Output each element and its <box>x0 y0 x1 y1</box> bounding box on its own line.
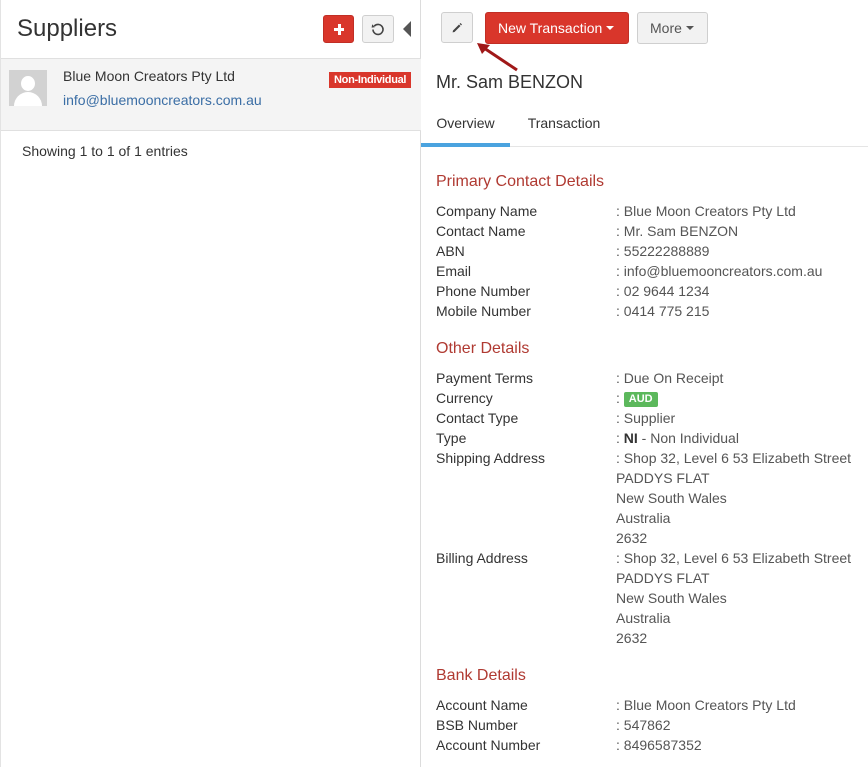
supplier-name: Blue Moon Creators Pty Ltd <box>63 68 235 84</box>
field-label: Shipping Address <box>436 450 545 466</box>
field-label: Company Name <box>436 203 538 219</box>
field-label: Account Number <box>436 737 541 753</box>
currency-badge: AUD <box>623 391 658 407</box>
suppliers-panel: Suppliers Blue Moon Creators Pty Ltd inf… <box>0 0 421 767</box>
annotation-arrow-icon <box>477 43 518 72</box>
field-value: : Mr. Sam BENZON <box>616 223 739 239</box>
contact-detail-panel: New Transaction More Mr. Sam BENZON Over… <box>421 0 868 767</box>
field-value: : 8496587352 <box>616 737 702 753</box>
tab-bar: Overview Transaction <box>421 104 868 147</box>
field-value: : Blue Moon Creators Pty Ltd <box>616 203 796 219</box>
tab-transaction[interactable]: Transaction <box>517 104 611 147</box>
type-code: NI <box>623 430 638 446</box>
section-title-bank: Bank Details <box>436 667 526 684</box>
supplier-email-link[interactable]: info@bluemooncreators.com.au <box>63 92 262 108</box>
type-prefix: : <box>616 430 620 446</box>
currency-prefix: : <box>616 390 620 406</box>
address-line: 2632 <box>616 630 648 646</box>
field-value: : Blue Moon Creators Pty Ltd <box>616 697 796 713</box>
address-line: New South Wales <box>616 490 727 506</box>
page-title: Suppliers <box>17 15 118 42</box>
field-label: Mobile Number <box>436 303 531 319</box>
address-line: : Shop 32, Level 6 53 Elizabeth Street <box>616 550 852 566</box>
new-transaction-label: New Transaction <box>498 20 603 36</box>
edit-button[interactable] <box>441 12 473 43</box>
address-line: Australia <box>616 610 671 626</box>
address-line: PADDYS FLAT <box>616 470 710 486</box>
chevron-down-icon <box>606 26 615 31</box>
section-title-primary: Primary Contact Details <box>436 173 605 190</box>
field-label: Billing Address <box>436 550 528 566</box>
section-title-other: Other Details <box>436 340 530 357</box>
more-button[interactable]: More <box>637 12 708 44</box>
address-line: Australia <box>616 510 671 526</box>
field-value: : 02 9644 1234 <box>616 283 710 299</box>
field-label: Email <box>436 263 472 279</box>
field-label: Phone Number <box>436 283 531 299</box>
address-line: New South Wales <box>616 590 727 606</box>
tab-overview[interactable]: Overview <box>421 104 510 147</box>
refresh-icon <box>371 23 384 36</box>
field-value: : AUD <box>616 388 658 408</box>
chevron-down-icon <box>685 26 694 31</box>
field-label: ABN <box>436 243 465 259</box>
list-item[interactable]: Blue Moon Creators Pty Ltd info@bluemoon… <box>1 58 421 131</box>
field-value: : 55222288889 <box>616 243 710 259</box>
status-badge: Non-Individual <box>329 72 412 88</box>
address-line: PADDYS FLAT <box>616 570 710 586</box>
pagination-info: Showing 1 to 1 of 1 entries <box>22 143 188 159</box>
field-label: Contact Type <box>436 410 519 426</box>
field-value: : Supplier <box>616 410 676 426</box>
field-label: Contact Name <box>436 223 526 239</box>
address-line: : Shop 32, Level 6 53 Elizabeth Street <box>616 450 852 466</box>
field-value: : info@bluemooncreators.com.au <box>616 263 823 279</box>
field-value: : NI - Non Individual <box>616 428 739 448</box>
field-label: Type <box>436 430 467 446</box>
field-label: Account Name <box>436 697 528 713</box>
field-value: : 547862 <box>616 717 671 733</box>
field-label: BSB Number <box>436 717 518 733</box>
field-value: : 0414 775 215 <box>616 303 710 319</box>
add-supplier-button[interactable] <box>323 15 354 43</box>
user-silhouette-icon <box>9 70 47 106</box>
suppliers-header: Suppliers <box>1 0 421 58</box>
type-text: - Non Individual <box>641 430 739 446</box>
more-label: More <box>650 20 682 36</box>
field-value: : Due On Receipt <box>616 370 724 386</box>
address-line: 2632 <box>616 530 648 546</box>
caret-left-icon[interactable] <box>403 21 411 37</box>
pencil-icon <box>452 22 462 32</box>
field-label: Payment Terms <box>436 370 533 386</box>
contact-name-heading: Mr. Sam BENZON <box>436 72 584 92</box>
refresh-button[interactable] <box>362 15 394 43</box>
field-label: Currency <box>436 390 493 406</box>
